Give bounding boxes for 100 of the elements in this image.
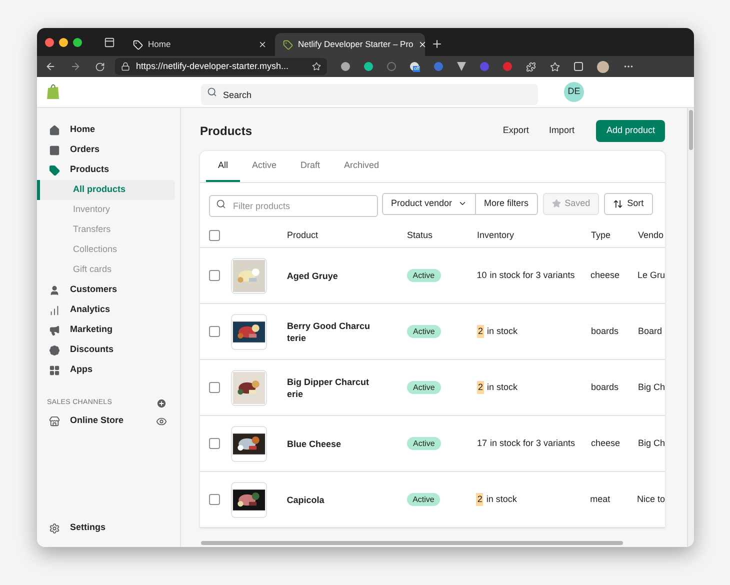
favorite-icon[interactable] <box>312 62 321 71</box>
nav-item[interactable]: Analytics <box>37 300 180 320</box>
nav-subitem[interactable]: All products <box>37 180 175 200</box>
column-header: Status <box>407 228 434 242</box>
nav-item[interactable]: Orders <box>37 140 180 160</box>
search-icon <box>216 198 226 208</box>
product-name[interactable]: Berry Good Charcuterie <box>287 320 407 344</box>
tab-panel-icon[interactable] <box>104 37 115 48</box>
puzzle-icon[interactable] <box>526 62 536 72</box>
filter-tab[interactable]: Archived <box>332 151 392 182</box>
lock-icon <box>121 62 130 71</box>
stock-text: in stock <box>487 380 518 394</box>
extension-icon[interactable] <box>457 62 466 71</box>
product-row[interactable]: Capicola Active 2 in stock meat Nice to <box>200 472 665 528</box>
collections-icon[interactable] <box>574 62 583 71</box>
close-window-control[interactable] <box>45 38 54 46</box>
checkbox[interactable] <box>209 494 220 505</box>
nav-item[interactable]: Home <box>37 120 180 140</box>
extension-icon[interactable] <box>341 62 350 71</box>
checkbox[interactable] <box>209 438 220 449</box>
tag-icon <box>49 164 60 176</box>
vendor-cell-text: Big Ch <box>638 436 666 450</box>
horizontal-scrollbar[interactable] <box>201 541 623 545</box>
browser-tab[interactable]: Home <box>125 33 275 56</box>
bag-logo-icon <box>46 84 60 100</box>
eye-icon[interactable] <box>156 416 167 426</box>
status-badge: Active <box>407 436 441 450</box>
person-icon <box>49 284 60 296</box>
action-button[interactable]: Import <box>540 124 582 138</box>
column-header: Type <box>591 228 612 242</box>
vertical-scrollbar[interactable] <box>689 110 693 150</box>
browser-tab[interactable]: Netlify Developer Starter – Pro <box>275 33 425 56</box>
product-name[interactable]: Big Dipper Charcuterie <box>287 376 407 400</box>
page-title: Products <box>200 123 254 140</box>
forward-icon[interactable] <box>70 61 81 72</box>
product-row[interactable]: Berry Good Charcuterie Active 2 in stock boards Board <box>200 304 665 360</box>
checkbox[interactable] <box>209 382 220 393</box>
tab-title: Netlify Developer Starter – Pro <box>298 38 414 51</box>
filter-tab[interactable]: All <box>206 151 240 182</box>
product-row[interactable]: Aged Gruye Active 10 in stock for 3 variants cheese Le Gru <box>200 248 665 304</box>
profile-avatar[interactable] <box>597 60 609 72</box>
stock-text: in stock for 3 variants <box>490 436 576 450</box>
search-field[interactable]: Search <box>201 84 538 105</box>
product-name[interactable]: Capicola <box>286 494 407 506</box>
column-header: Inventory <box>477 228 516 242</box>
filter-button[interactable]: More filters <box>475 192 538 214</box>
product-row[interactable]: Big Dipper Charcuterie Active 2 in stock boards Big Ch <box>200 360 665 416</box>
stock-count: 2 <box>477 380 484 394</box>
reload-icon[interactable] <box>95 62 105 72</box>
type-cell-text: cheese <box>590 268 621 282</box>
extension-icon[interactable] <box>364 62 373 71</box>
tab-title: Home <box>148 38 172 51</box>
nav-item[interactable]: Settings <box>37 518 180 538</box>
vendor-cell-text: Le Gru <box>637 268 665 282</box>
checkbox[interactable] <box>209 326 220 337</box>
nav-item[interactable]: Apps <box>37 360 180 380</box>
maximize-window-control[interactable] <box>73 38 82 46</box>
vendor-cell-text: Big Ch <box>638 380 666 394</box>
add-product-button[interactable]: Add product <box>596 120 665 142</box>
nav-item[interactable]: Customers <box>37 280 180 300</box>
product-name[interactable]: Blue Cheese <box>287 438 407 450</box>
product-row[interactable]: Blue Cheese Active 17 in stock for 3 variants cheese Big Ch <box>200 416 665 472</box>
nav-item[interactable]: Discounts <box>37 340 180 360</box>
address-bar[interactable]: https://netlify-developer-starter.mysh... <box>115 58 327 75</box>
close-tab-icon[interactable] <box>418 40 428 49</box>
product-name[interactable]: Aged Gruye <box>286 270 407 282</box>
filter-tab[interactable]: Draft <box>288 151 332 182</box>
stock-text: in stock <box>487 324 518 338</box>
new-tab-icon[interactable] <box>431 38 443 50</box>
status-badge: Active <box>406 492 440 506</box>
stock-count: 2 <box>476 492 484 506</box>
status-badge: Active <box>407 380 441 394</box>
close-tab-icon[interactable] <box>258 40 267 49</box>
vendor-cell-text: Nice to <box>636 492 665 506</box>
vendor-cell-text: Board <box>638 324 662 338</box>
checkbox[interactable] <box>209 270 220 281</box>
checkbox[interactable] <box>209 230 220 241</box>
tab-favicon-icon <box>283 40 293 50</box>
filter-button[interactable]: Sort <box>604 192 653 214</box>
type-cell-text: cheese <box>591 436 622 450</box>
back-icon[interactable] <box>45 61 56 72</box>
status-badge: Active <box>406 268 441 282</box>
bar-chart-icon <box>49 304 60 316</box>
favorites-icon[interactable] <box>550 62 560 72</box>
user-avatar[interactable]: DE <box>564 82 584 102</box>
action-button[interactable]: Export <box>494 124 537 138</box>
nav-item[interactable]: Products <box>37 160 180 180</box>
stock-count: 17 <box>477 436 488 450</box>
settings-icon <box>49 522 60 534</box>
nav-item[interactable]: Marketing <box>37 320 180 340</box>
nav-item[interactable]: Online Store <box>70 414 146 428</box>
type-cell-text: meat <box>590 492 612 506</box>
type-cell-text: boards <box>591 324 620 338</box>
filter-field[interactable]: Filter products <box>209 194 378 216</box>
minimize-window-control[interactable] <box>59 38 68 46</box>
stock-text: in stock <box>486 492 517 506</box>
filter-button[interactable]: Product vendor <box>382 192 476 214</box>
add-circle-icon[interactable] <box>156 398 167 408</box>
filter-tab[interactable]: Active <box>240 151 289 182</box>
grid-icon <box>49 364 60 376</box>
